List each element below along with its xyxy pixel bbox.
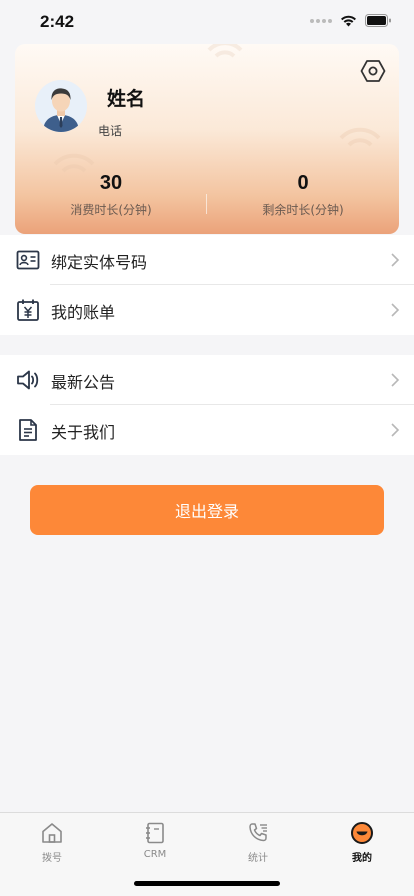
user-name: 姓名 <box>107 88 146 110</box>
wifi-watermark-icon <box>339 127 381 147</box>
remaining-minutes-value: 0 <box>297 172 309 194</box>
chevron-right-icon <box>391 303 400 317</box>
home-icon <box>42 823 62 843</box>
consumed-minutes-label: 消费时长(分钟) <box>70 203 152 217</box>
chevron-right-icon <box>391 423 400 437</box>
user-phone: 电话 <box>98 124 123 138</box>
status-indicators <box>310 14 392 27</box>
phone-list-icon <box>249 823 267 842</box>
menu-item-label: 最新公告 <box>51 373 116 392</box>
notebook-icon <box>146 822 164 844</box>
menu-item-label: 绑定实体号码 <box>51 253 148 272</box>
speaker-icon <box>17 370 39 390</box>
battery-icon <box>365 14 391 27</box>
bill-calendar-icon <box>17 299 39 321</box>
cellular-signal-icon <box>310 18 332 23</box>
logout-button[interactable]: 退出登录 <box>30 485 384 535</box>
chevron-right-icon <box>391 373 400 387</box>
tab-stats[interactable]: 统计 <box>206 821 310 864</box>
avatar[interactable] <box>35 80 87 132</box>
menu-item-about-us[interactable]: 关于我们 <box>0 405 414 455</box>
chevron-right-icon <box>391 253 400 267</box>
menu-item-announcements[interactable]: 最新公告 <box>0 355 414 405</box>
menu-group-info: 最新公告 关于我们 <box>0 355 414 455</box>
tab-label: CRM <box>143 849 167 860</box>
smiley-icon <box>351 822 373 844</box>
id-card-icon <box>16 250 40 270</box>
hexagon-settings-icon <box>360 60 386 82</box>
tab-dial[interactable]: 拨号 <box>0 821 104 864</box>
status-bar: 2:42 <box>0 0 414 44</box>
settings-button[interactable] <box>360 58 386 84</box>
wifi-icon <box>341 15 356 26</box>
menu-item-label: 关于我们 <box>51 423 116 442</box>
tab-label: 拨号 <box>42 853 62 864</box>
user-avatar-icon <box>35 80 87 132</box>
profile-card: 姓名 电话 30 消费时长(分钟) 0 剩余时长(分钟) <box>15 44 399 234</box>
menu-group-account: 绑定实体号码 我的账单 <box>0 235 414 335</box>
tab-label: 统计 <box>248 853 268 864</box>
consumed-minutes-value: 30 <box>99 172 123 194</box>
remaining-minutes-stat: 0 剩余时长(分钟) <box>207 172 399 218</box>
tab-label: 我的 <box>352 853 372 864</box>
status-time: 2:42 <box>40 12 75 31</box>
document-icon <box>19 419 37 441</box>
tab-crm[interactable]: CRM <box>103 821 207 860</box>
menu-item-my-bill[interactable]: 我的账单 <box>0 285 414 335</box>
tab-mine[interactable]: 我的 <box>310 821 414 864</box>
menu-item-label: 我的账单 <box>51 303 116 322</box>
home-indicator[interactable] <box>134 881 280 886</box>
wifi-watermark-icon <box>207 44 243 58</box>
consumed-minutes-stat: 30 消费时长(分钟) <box>15 172 207 218</box>
menu-item-bind-number[interactable]: 绑定实体号码 <box>0 235 414 285</box>
remaining-minutes-label: 剩余时长(分钟) <box>262 203 344 217</box>
